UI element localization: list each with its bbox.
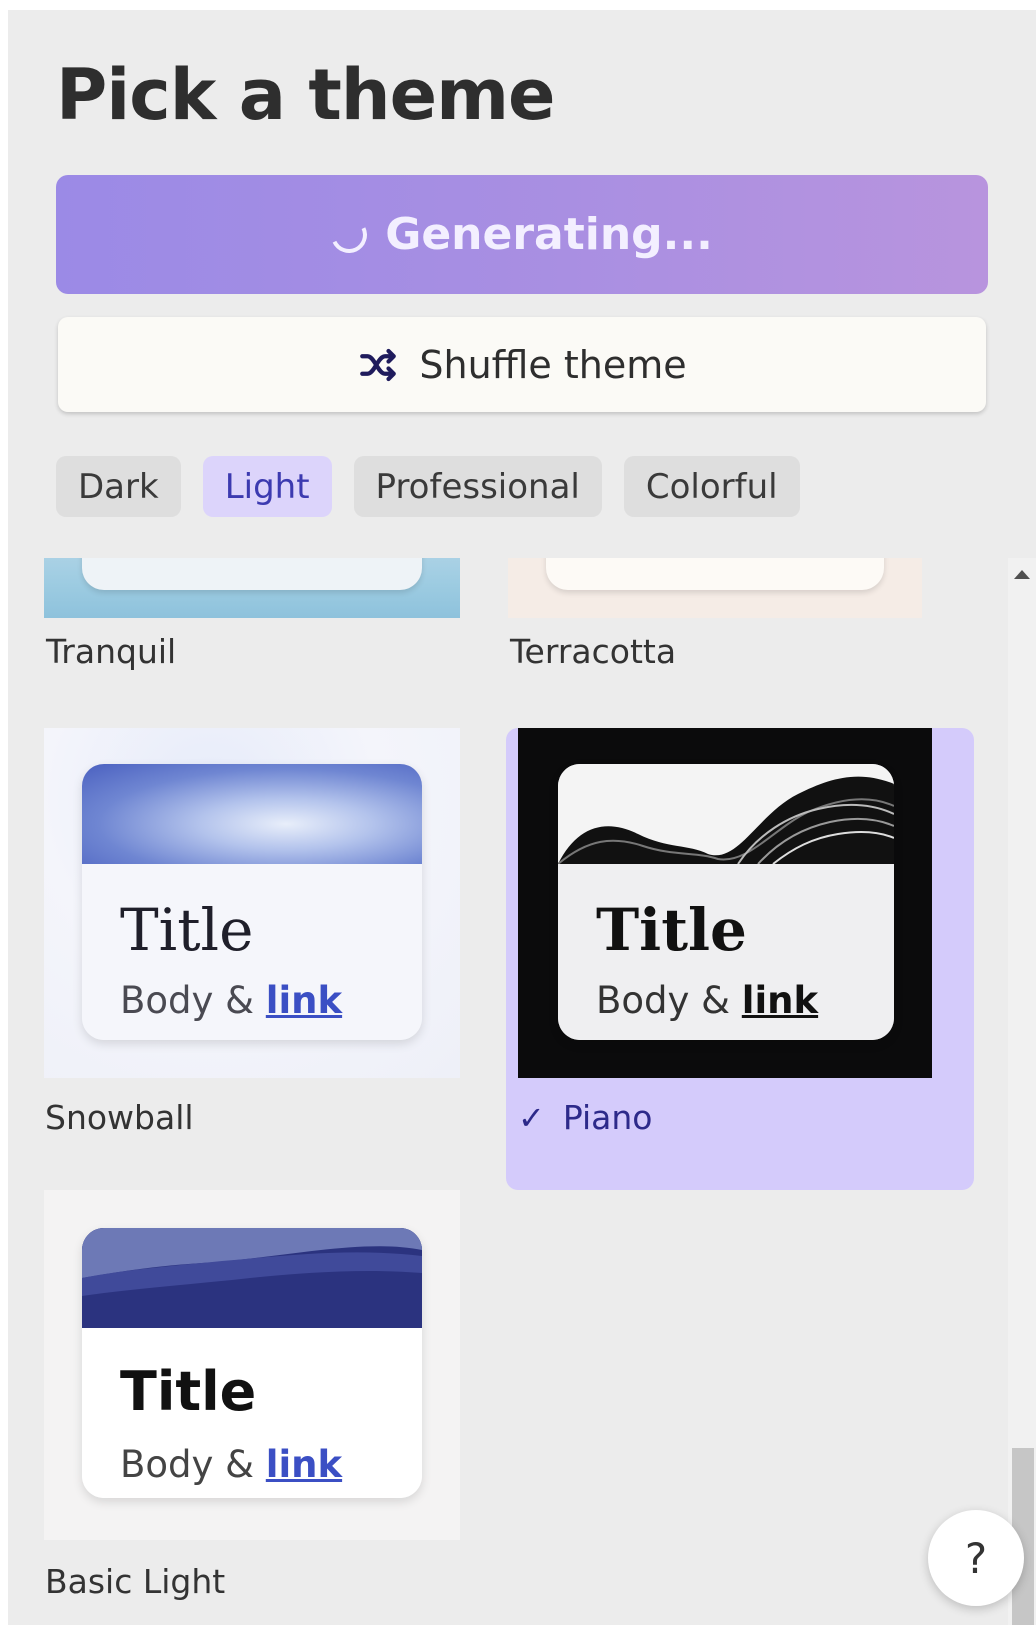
preview-title: Title: [596, 896, 747, 964]
preview-body-text: Body &: [120, 1443, 255, 1486]
generate-button[interactable]: Generating...: [56, 175, 988, 294]
theme-name: Basic Light: [45, 1562, 226, 1601]
theme-tile-snowball[interactable]: Title Body & link Snowball: [8, 728, 488, 1148]
spinner-icon: [326, 211, 373, 258]
preview-body: Body & link: [120, 979, 342, 1022]
page-title: Pick a theme: [56, 54, 556, 136]
theme-name: Terracotta: [510, 632, 677, 671]
theme-panel: Pick a theme Generating... Shuffle theme…: [8, 10, 1036, 1625]
theme-preview-card: Title Body & link: [558, 764, 894, 1040]
filter-chip-dark[interactable]: Dark: [56, 456, 181, 517]
theme-preview-card: Title Body & link: [82, 1228, 422, 1498]
theme-thumbnail-snowball: Title Body & link: [44, 728, 460, 1078]
waves-graphic: [82, 1228, 422, 1328]
theme-tile-piano[interactable]: Title Body & link ✓ Piano: [498, 728, 978, 1188]
waves-graphic: [558, 776, 894, 865]
shuffle-theme-button[interactable]: Shuffle theme: [58, 317, 986, 412]
theme-name-selected: ✓ Piano: [518, 1098, 652, 1137]
preview-link: link: [265, 1443, 343, 1486]
filter-chip-colorful[interactable]: Colorful: [623, 456, 800, 517]
theme-filter-chips: Dark Light Professional Colorful: [56, 456, 800, 517]
preview-body: Body & link: [596, 979, 818, 1022]
theme-name: Tranquil: [46, 632, 177, 671]
shuffle-label: Shuffle theme: [419, 342, 687, 387]
theme-thumbnail-basic-light: Title Body & link: [44, 1190, 460, 1540]
theme-thumbnail-terracotta: [508, 558, 922, 618]
cloud-image: [82, 764, 422, 864]
scrollbar[interactable]: [1008, 558, 1036, 1625]
generate-label: Generating...: [385, 209, 713, 260]
preview-title: Title: [120, 1360, 257, 1423]
preview-title: Title: [120, 896, 254, 964]
theme-tile-basic-light[interactable]: Title Body & link Basic Light: [8, 1190, 488, 1625]
preview-link: link: [265, 979, 343, 1022]
scroll-up-arrow-icon[interactable]: [1014, 570, 1030, 579]
help-button[interactable]: ?: [928, 1510, 1024, 1606]
abstract-waves-image: [558, 764, 894, 865]
preview-body: Body & link: [120, 1443, 342, 1486]
theme-tile-tranquil[interactable]: Tranquil: [8, 558, 488, 698]
preview-link: link: [741, 979, 819, 1022]
filter-chip-light[interactable]: Light: [202, 456, 332, 517]
preview-body-text: Body &: [120, 979, 255, 1022]
theme-grid: Tranquil Terracotta Title Body & link Sn…: [8, 558, 1036, 1625]
theme-name: Snowball: [45, 1098, 194, 1137]
check-icon: ✓: [518, 1098, 545, 1137]
theme-tile-terracotta[interactable]: Terracotta: [498, 558, 978, 698]
theme-preview-card: Title Body & link: [82, 764, 422, 1040]
preview-body-text: Body &: [596, 979, 731, 1022]
navy-waves-image: [82, 1228, 422, 1328]
theme-thumbnail-tranquil: [44, 558, 460, 618]
theme-name: Piano: [562, 1098, 653, 1137]
shuffle-icon: [360, 348, 397, 381]
theme-thumbnail-piano: Title Body & link: [518, 728, 932, 1078]
filter-chip-professional[interactable]: Professional: [353, 456, 602, 517]
